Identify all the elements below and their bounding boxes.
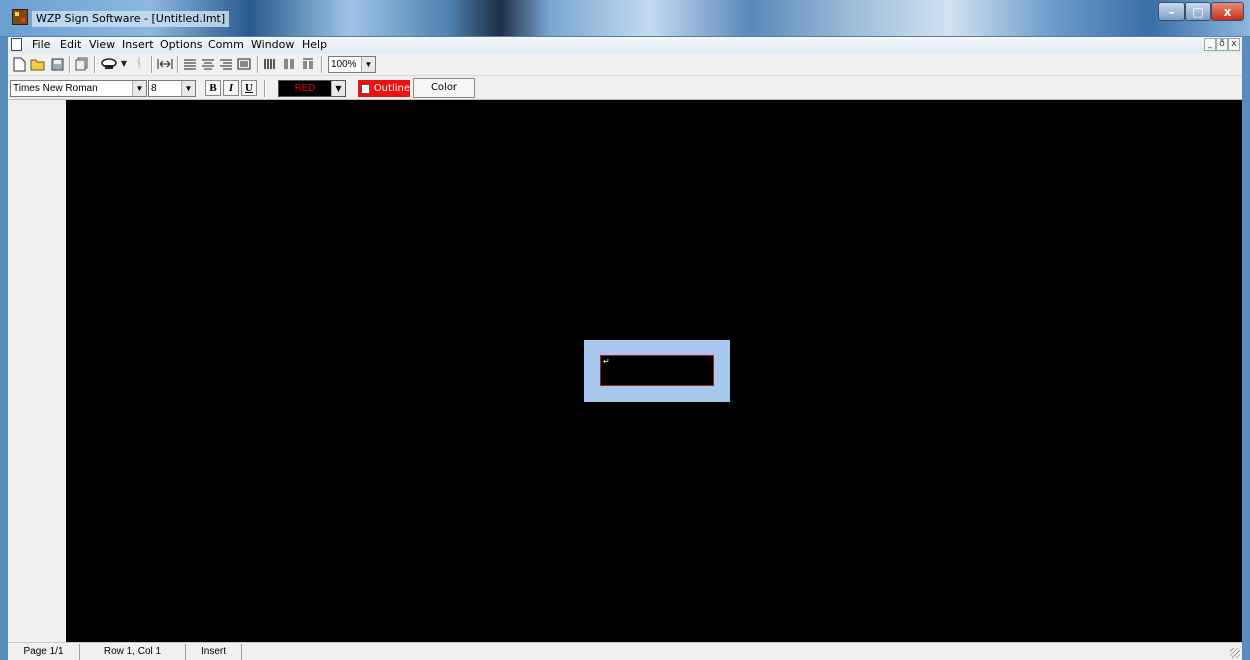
checkbox-icon[interactable] [361, 83, 370, 94]
text-color-value: RED [294, 83, 316, 94]
menu-options[interactable]: Options [160, 38, 202, 52]
minimize-button[interactable]: – [1158, 2, 1185, 21]
menu-file[interactable]: File [32, 38, 50, 52]
left-ruler [8, 100, 66, 642]
new-document-icon[interactable] [11, 56, 27, 72]
font-size-select[interactable]: 8 ▼ [148, 80, 196, 97]
fit-width-icon[interactable] [156, 56, 174, 72]
font-size-value: 8 [151, 83, 157, 94]
font-family-select[interactable]: Times New Roman ▼ [10, 80, 147, 97]
justify-icon[interactable] [236, 56, 252, 72]
title-bar[interactable]: WZP Sign Software - [Untitled.lmt] – □ x [0, 0, 1250, 37]
align-left-icon[interactable] [182, 56, 198, 72]
mdi-minimize-button[interactable]: _ [1204, 38, 1216, 51]
status-bar: Page 1/1 Row 1, Col 1 Insert [8, 642, 1242, 660]
open-folder-icon[interactable] [29, 56, 47, 72]
resize-grip-icon[interactable] [1230, 648, 1240, 658]
bars-medium-icon[interactable] [281, 56, 297, 72]
mdi-controls: _ ð x [1204, 38, 1240, 51]
italic-button[interactable]: I [223, 80, 239, 96]
outline-label: Outline [373, 83, 410, 94]
menu-edit[interactable]: Edit [60, 38, 81, 52]
close-button[interactable]: x [1211, 2, 1244, 21]
menu-help[interactable]: Help [302, 38, 327, 52]
copy-page-icon[interactable] [74, 56, 90, 72]
chevron-down-icon[interactable]: ▼ [361, 57, 375, 72]
window-frame-left [0, 37, 8, 660]
font-family-value: Times New Roman [13, 83, 98, 94]
status-mode: Insert [186, 644, 242, 660]
app-window: WZP Sign Software - [Untitled.lmt] – □ x… [0, 0, 1250, 660]
bars-wide-icon[interactable] [262, 56, 278, 72]
menu-view[interactable]: View [89, 38, 115, 52]
menu-comm[interactable]: Comm [208, 38, 244, 52]
dropdown-arrow-icon[interactable]: ▼ [120, 56, 128, 72]
color-button[interactable]: Color [413, 78, 475, 98]
underline-button[interactable]: U [241, 80, 257, 96]
status-page: Page 1/1 [8, 644, 80, 660]
menu-window[interactable]: Window [251, 38, 294, 52]
mdi-close-button[interactable]: x [1228, 38, 1240, 51]
tools-icon[interactable]: ᚾ [132, 56, 146, 72]
phone-send-icon[interactable] [100, 56, 118, 72]
menu-insert[interactable]: Insert [122, 38, 154, 52]
format-toolbar: Times New Roman ▼ 8 ▼ B I U RED ▼ Outlin… [8, 76, 1242, 100]
paragraph-mark-icon: ↵ [603, 357, 610, 366]
chevron-down-icon[interactable]: ▼ [132, 81, 146, 96]
text-color-select[interactable]: RED ▼ [278, 80, 346, 97]
chevron-down-icon[interactable]: ▼ [181, 81, 195, 96]
text-edit-box[interactable] [600, 355, 714, 386]
standard-toolbar: ▼ ᚾ 100% ▼ [8, 53, 1242, 76]
bars-narrow-icon[interactable] [300, 56, 316, 72]
bold-button[interactable]: B [205, 80, 221, 96]
mdi-restore-button[interactable]: ð [1216, 38, 1228, 51]
save-icon[interactable] [49, 56, 65, 72]
outline-checkbox[interactable]: Outline [358, 80, 410, 97]
zoom-value: 100% [331, 59, 357, 70]
chevron-down-icon[interactable]: ▼ [331, 81, 345, 96]
window-frame-right [1242, 37, 1250, 660]
document-icon[interactable] [11, 38, 22, 51]
align-center-icon[interactable] [200, 56, 216, 72]
maximize-button[interactable]: □ [1185, 2, 1211, 21]
align-right-icon[interactable] [218, 56, 234, 72]
zoom-select[interactable]: 100% ▼ [328, 56, 376, 73]
menu-bar: File Edit View Insert Options Comm Windo… [8, 37, 1242, 53]
status-position: Row 1, Col 1 [80, 644, 186, 660]
window-title: WZP Sign Software - [Untitled.lmt] [32, 11, 230, 27]
app-icon[interactable] [12, 9, 28, 25]
